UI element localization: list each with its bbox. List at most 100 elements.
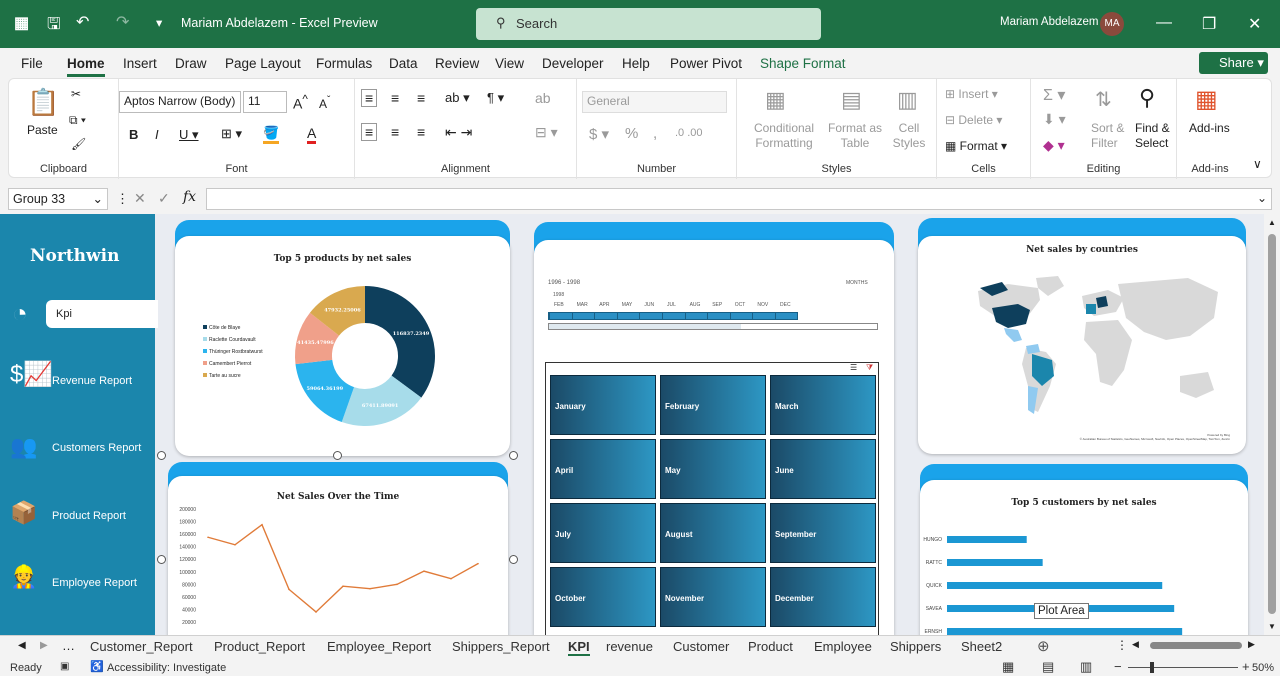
timeline-month[interactable]: JUL bbox=[667, 302, 676, 308]
zoom-in-icon[interactable]: + bbox=[1242, 659, 1250, 674]
timeline-segment[interactable] bbox=[662, 313, 663, 319]
timeline-segment[interactable] bbox=[707, 313, 709, 319]
timeline-segment[interactable] bbox=[684, 313, 686, 319]
scroll-up-icon[interactable]: ▲ bbox=[1268, 218, 1276, 227]
cell-styles-icon[interactable]: ▥ bbox=[897, 87, 918, 113]
decimal-icon[interactable]: .0 .00 bbox=[675, 127, 703, 139]
align-center-icon[interactable]: ≡ bbox=[391, 124, 399, 140]
selection-handle[interactable] bbox=[333, 451, 342, 460]
timeline-scrollbar[interactable] bbox=[548, 323, 878, 330]
month-tile[interactable]: October bbox=[550, 567, 656, 627]
nav-product-report[interactable]: Product Report bbox=[52, 510, 126, 522]
horizontal-scrollbar[interactable]: ◀ ▶ bbox=[1132, 639, 1256, 650]
tab-review[interactable]: Review bbox=[435, 56, 479, 71]
timeline-segment[interactable] bbox=[616, 313, 618, 319]
tab-formulas[interactable]: Formulas bbox=[316, 56, 372, 71]
month-tile[interactable]: January bbox=[550, 375, 656, 435]
timeline-segment[interactable] bbox=[639, 313, 641, 319]
paste-button[interactable]: Paste bbox=[27, 123, 58, 137]
tab-home[interactable]: Home bbox=[67, 56, 105, 77]
tab-developer[interactable]: Developer bbox=[542, 56, 604, 71]
month-tile[interactable]: April bbox=[550, 439, 656, 499]
sort-filter-icon[interactable]: ⇅ bbox=[1095, 87, 1112, 112]
timeline-segment[interactable] bbox=[775, 313, 776, 319]
addins-button[interactable]: Add-ins bbox=[1189, 121, 1230, 135]
sheet-tab[interactable]: Employee_Report bbox=[327, 639, 431, 654]
timeline-month[interactable]: MAR bbox=[577, 302, 588, 308]
month-tile[interactable]: June bbox=[770, 439, 876, 499]
tab-power-pivot[interactable]: Power Pivot bbox=[670, 56, 742, 71]
tab-file[interactable]: File bbox=[21, 56, 43, 71]
format-table-icon[interactable]: ▤ bbox=[841, 87, 862, 113]
tab-draw[interactable]: Draw bbox=[175, 56, 207, 71]
timeline-month[interactable]: OCT bbox=[735, 302, 746, 308]
conditional-formatting-button[interactable]: Conditional Formatting bbox=[745, 121, 823, 151]
tab-help[interactable]: Help bbox=[622, 56, 650, 71]
bold-icon[interactable]: B bbox=[129, 127, 138, 142]
cut-icon[interactable]: ✂ bbox=[71, 87, 81, 101]
tab-next-icon[interactable]: ▶ bbox=[40, 640, 48, 651]
month-tile[interactable]: September bbox=[770, 503, 876, 563]
timeline-segment[interactable] bbox=[729, 313, 731, 319]
cell-styles-button[interactable]: Cell Styles bbox=[887, 121, 931, 151]
month-tile[interactable]: February bbox=[660, 375, 766, 435]
zoom-slider[interactable] bbox=[1128, 662, 1238, 673]
indent-icon[interactable]: ⇤ ⇥ bbox=[445, 124, 472, 141]
format-painter-icon[interactable]: 🖌 bbox=[71, 137, 86, 151]
timeline-month[interactable]: APR bbox=[599, 302, 609, 308]
italic-icon[interactable]: I bbox=[155, 127, 159, 142]
search-input[interactable]: ⚲ Search bbox=[476, 8, 821, 40]
borders-icon[interactable]: ⊞ ▾ bbox=[221, 126, 242, 142]
align-top-icon[interactable]: ≡ bbox=[361, 89, 378, 107]
clear-icon[interactable]: ◆ ▾ bbox=[1043, 137, 1065, 154]
fill-icon[interactable]: ⬇ ▾ bbox=[1043, 111, 1066, 128]
month-tile[interactable]: August bbox=[660, 503, 766, 563]
timeline-thumb[interactable] bbox=[549, 324, 741, 329]
zoom-thumb[interactable] bbox=[1150, 662, 1154, 673]
nav-employee-report[interactable]: Employee Report bbox=[52, 577, 137, 589]
close-icon[interactable]: ✕ bbox=[1248, 14, 1261, 34]
add-sheet-icon[interactable]: ⊕ bbox=[1037, 637, 1050, 655]
addins-icon[interactable]: ▦ bbox=[1195, 85, 1218, 114]
timeline-segment[interactable] bbox=[752, 313, 754, 319]
macro-icon[interactable]: ▣ bbox=[60, 661, 69, 672]
vertical-scrollbar[interactable]: ▲ ▼ bbox=[1264, 214, 1280, 635]
format-cells-button[interactable]: ▦ Format ▾ bbox=[945, 139, 1007, 153]
orientation-icon[interactable]: ab ▾ bbox=[445, 90, 470, 106]
month-tile[interactable]: November bbox=[660, 567, 766, 627]
font-family-select[interactable]: Aptos Narrow (Body) bbox=[119, 91, 241, 113]
align-left-icon[interactable]: ≡ bbox=[361, 123, 378, 141]
tab-page-layout[interactable]: Page Layout bbox=[225, 56, 301, 71]
zoom-out-icon[interactable]: − bbox=[1114, 659, 1122, 674]
top-products-card[interactable]: Top 5 products by net sales Côte de Blay… bbox=[175, 236, 510, 456]
align-bottom-icon[interactable]: ≡ bbox=[417, 90, 425, 106]
sheet-tab[interactable]: Customer bbox=[673, 639, 729, 654]
timeline-month[interactable]: JUN bbox=[644, 302, 654, 308]
month-tile[interactable]: May bbox=[660, 439, 766, 499]
tab-prev-icon[interactable]: ◀ bbox=[18, 640, 26, 651]
number-format-select[interactable]: General bbox=[582, 91, 727, 113]
name-box[interactable]: Group 33 ⌄ bbox=[8, 188, 108, 210]
scroll-down-icon[interactable]: ▼ bbox=[1268, 622, 1276, 631]
split-icon[interactable]: ⋮ bbox=[1116, 638, 1128, 652]
fx-icon[interactable]: fx bbox=[183, 189, 196, 205]
timeline-segment[interactable] bbox=[594, 313, 596, 319]
timeline-month[interactable]: DEC bbox=[780, 302, 791, 308]
quick-access-icon[interactable]: ▾ bbox=[156, 15, 162, 30]
more-icon[interactable]: ⋮ bbox=[116, 191, 129, 207]
sheet-tab[interactable]: Product_Report bbox=[214, 639, 305, 654]
comma-icon[interactable]: , bbox=[653, 125, 657, 142]
sheet-tab[interactable]: Shippers bbox=[890, 639, 941, 654]
paste-icon[interactable]: 📋 bbox=[27, 87, 59, 118]
selection-handle[interactable] bbox=[509, 555, 518, 564]
month-tile[interactable]: March bbox=[770, 375, 876, 435]
tab-data[interactable]: Data bbox=[389, 56, 418, 71]
enter-icon[interactable]: ✓ bbox=[158, 190, 170, 207]
font-size-select[interactable]: 11 bbox=[243, 91, 287, 113]
accessibility-status[interactable]: Accessibility: Investigate bbox=[107, 662, 226, 674]
minimize-icon[interactable]: — bbox=[1156, 14, 1172, 32]
map-card[interactable]: Net sales by countries Powered by Bing ©… bbox=[918, 236, 1246, 454]
tab-more-icon[interactable]: … bbox=[62, 638, 75, 653]
hscroll-thumb[interactable] bbox=[1150, 642, 1242, 649]
tab-shape-format[interactable]: Shape Format bbox=[760, 56, 846, 71]
